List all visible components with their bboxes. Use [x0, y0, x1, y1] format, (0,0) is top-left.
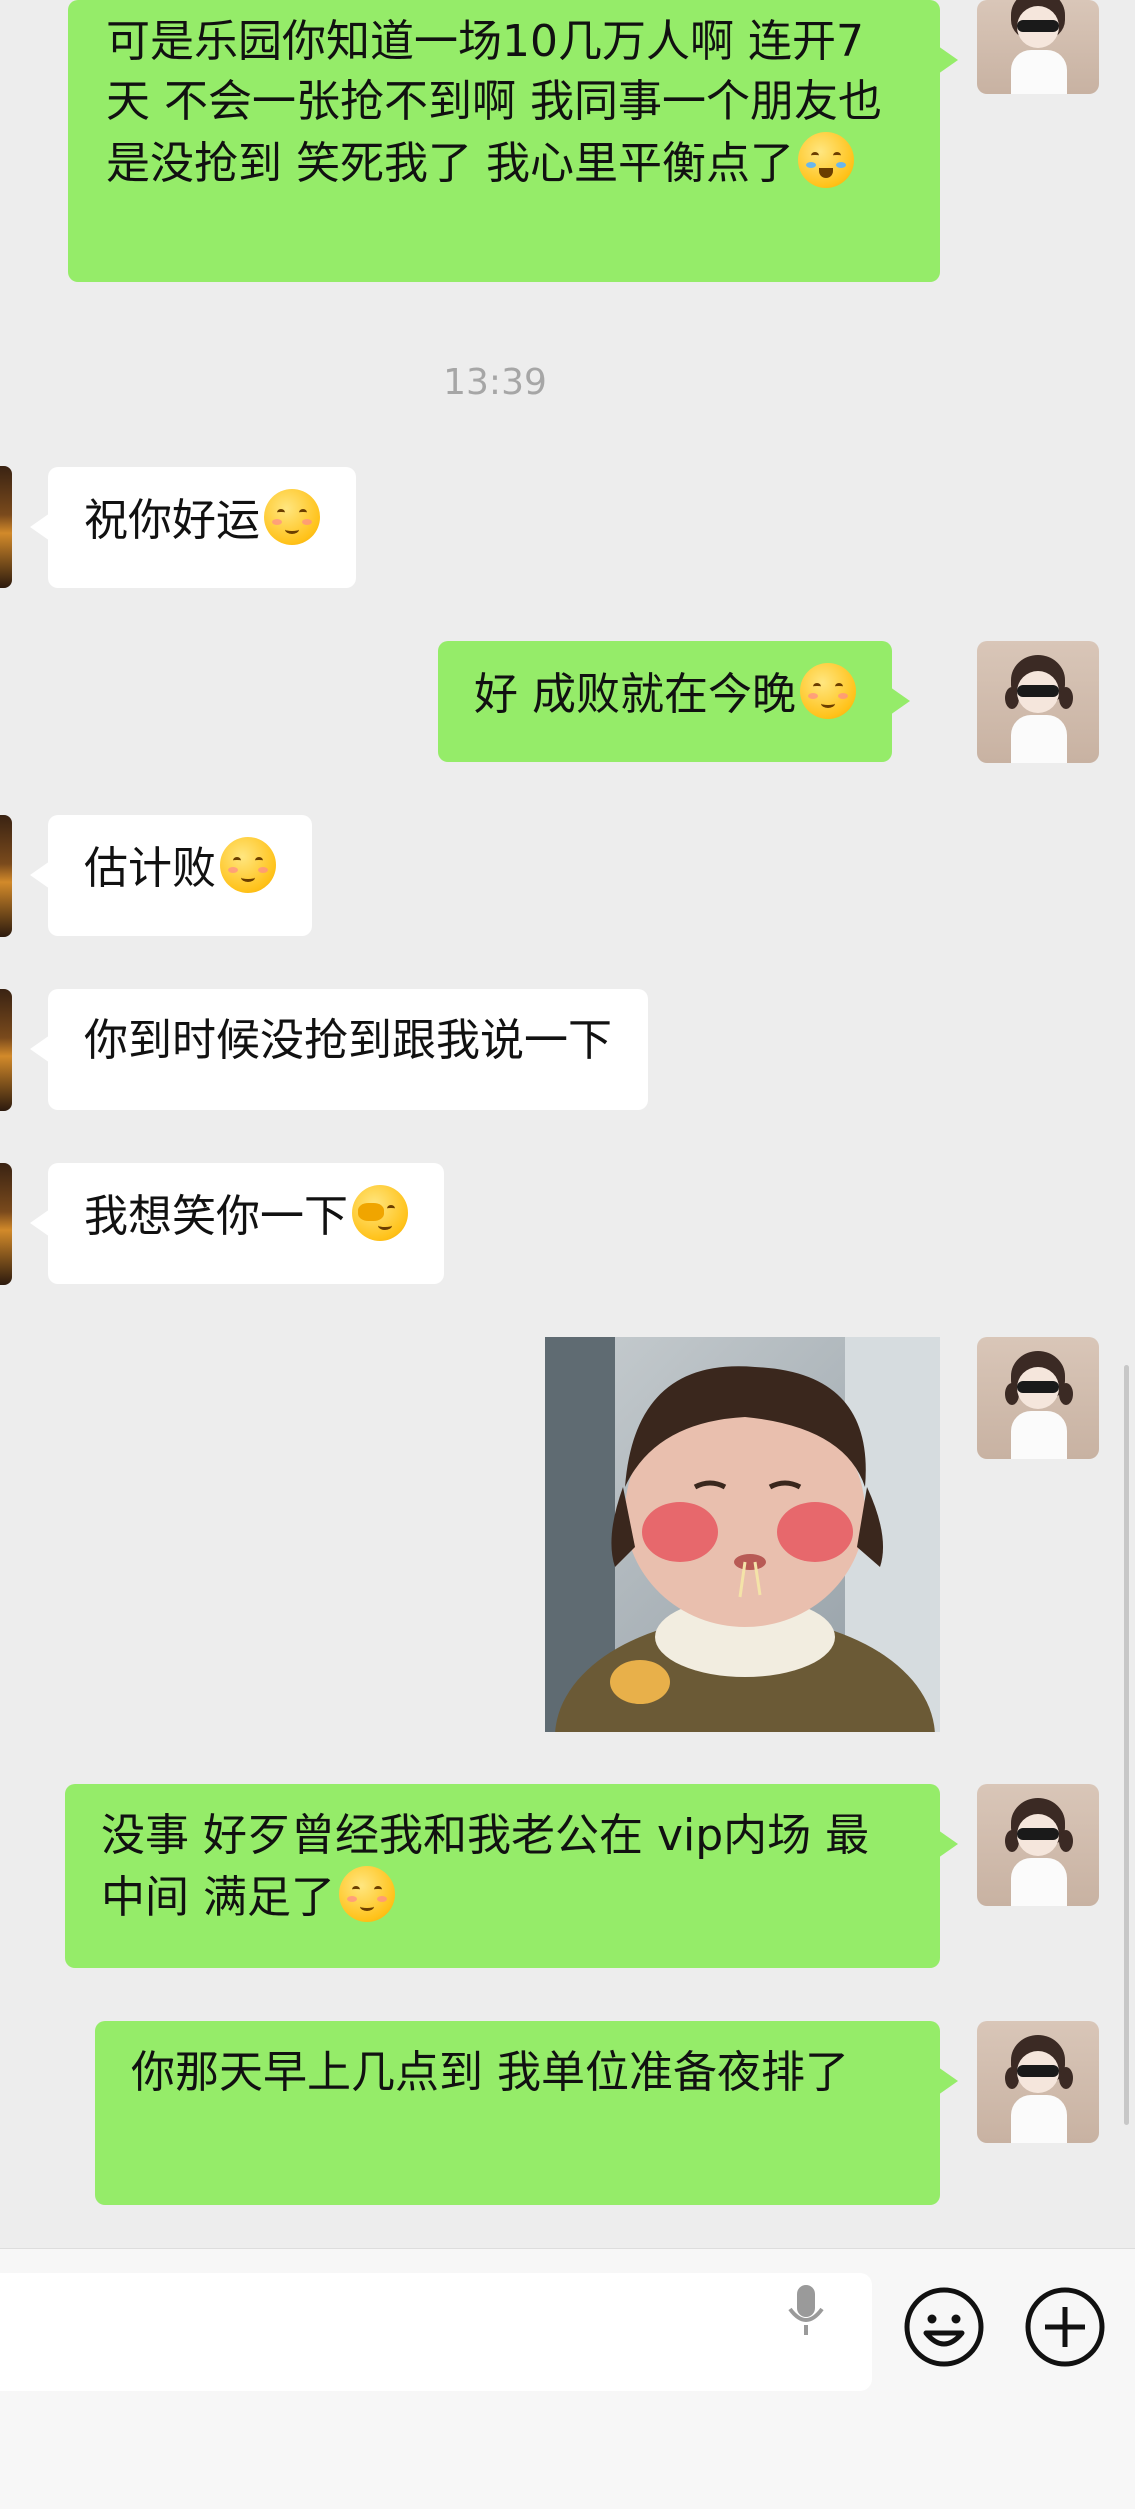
- shy-smile-emoji-icon: [220, 837, 276, 893]
- message-text: 没事 好歹曾经我和我老公在 vip内场 最中间 满足了: [101, 1810, 870, 1923]
- self-avatar[interactable]: [977, 1784, 1099, 1906]
- microphone-icon[interactable]: [778, 2279, 834, 2343]
- message-text: 好 成败就在今晚: [474, 669, 796, 720]
- scrollbar[interactable]: [1124, 1365, 1129, 2125]
- message-text: 你到时候没抢到跟我说一下: [84, 1015, 612, 1066]
- emoji-icon[interactable]: [902, 2285, 986, 2369]
- message-text: 你那天早上几点到 我单位准备夜排了: [131, 2047, 849, 2098]
- message-bubble-incoming[interactable]: 估计败: [30, 815, 312, 936]
- home-indicator: [0, 2489, 1135, 2509]
- message-text: 估计败: [84, 843, 216, 894]
- message-bubble-outgoing[interactable]: 可是乐园你知道一场10几万人啊 连开7天 不会一张抢不到啊 我同事一个朋友也是没…: [68, 0, 958, 282]
- contact-avatar[interactable]: [0, 989, 12, 1111]
- input-bar: [0, 2248, 1135, 2509]
- shy-smile-emoji-icon: [264, 489, 320, 545]
- crying-laughing-emoji-icon: [797, 132, 854, 188]
- contact-avatar[interactable]: [0, 1163, 12, 1285]
- message-bubble-outgoing[interactable]: 你那天早上几点到 我单位准备夜排了: [95, 2021, 958, 2205]
- message-text: 祝你好运: [84, 495, 260, 546]
- self-avatar[interactable]: [977, 0, 1099, 94]
- self-avatar[interactable]: [977, 1337, 1099, 1459]
- message-bubble-outgoing[interactable]: 没事 好歹曾经我和我老公在 vip内场 最中间 满足了: [65, 1784, 958, 1968]
- shy-smile-emoji-icon: [800, 663, 856, 719]
- message-bubble-outgoing[interactable]: 好 成败就在今晚: [438, 641, 910, 762]
- facepalm-peek-emoji-icon: [352, 1185, 408, 1241]
- chat-area[interactable]: 可是乐园你知道一场10几万人啊 连开7天 不会一张抢不到啊 我同事一个朋友也是没…: [0, 0, 1135, 2248]
- contact-avatar[interactable]: [0, 466, 12, 588]
- plus-icon[interactable]: [1023, 2285, 1107, 2369]
- sticker-illustration: [545, 1337, 940, 1732]
- message-bubble-incoming[interactable]: 你到时候没抢到跟我说一下: [30, 989, 648, 1110]
- contact-avatar[interactable]: [0, 815, 12, 937]
- message-text: 我想笑你一下: [84, 1191, 348, 1242]
- message-text: 可是乐园你知道一场10几万人啊 连开7天 不会一张抢不到啊 我同事一个朋友也是没…: [106, 16, 882, 189]
- message-input[interactable]: [0, 2273, 872, 2391]
- message-timestamp: 13:39: [443, 362, 547, 403]
- message-bubble-incoming[interactable]: 我想笑你一下: [30, 1163, 444, 1284]
- toddler-sticker-image[interactable]: [545, 1337, 940, 1732]
- self-avatar[interactable]: [977, 641, 1099, 763]
- message-bubble-incoming[interactable]: 祝你好运: [30, 467, 356, 588]
- shy-smile-emoji-icon: [339, 1866, 395, 1922]
- self-avatar[interactable]: [977, 2021, 1099, 2143]
